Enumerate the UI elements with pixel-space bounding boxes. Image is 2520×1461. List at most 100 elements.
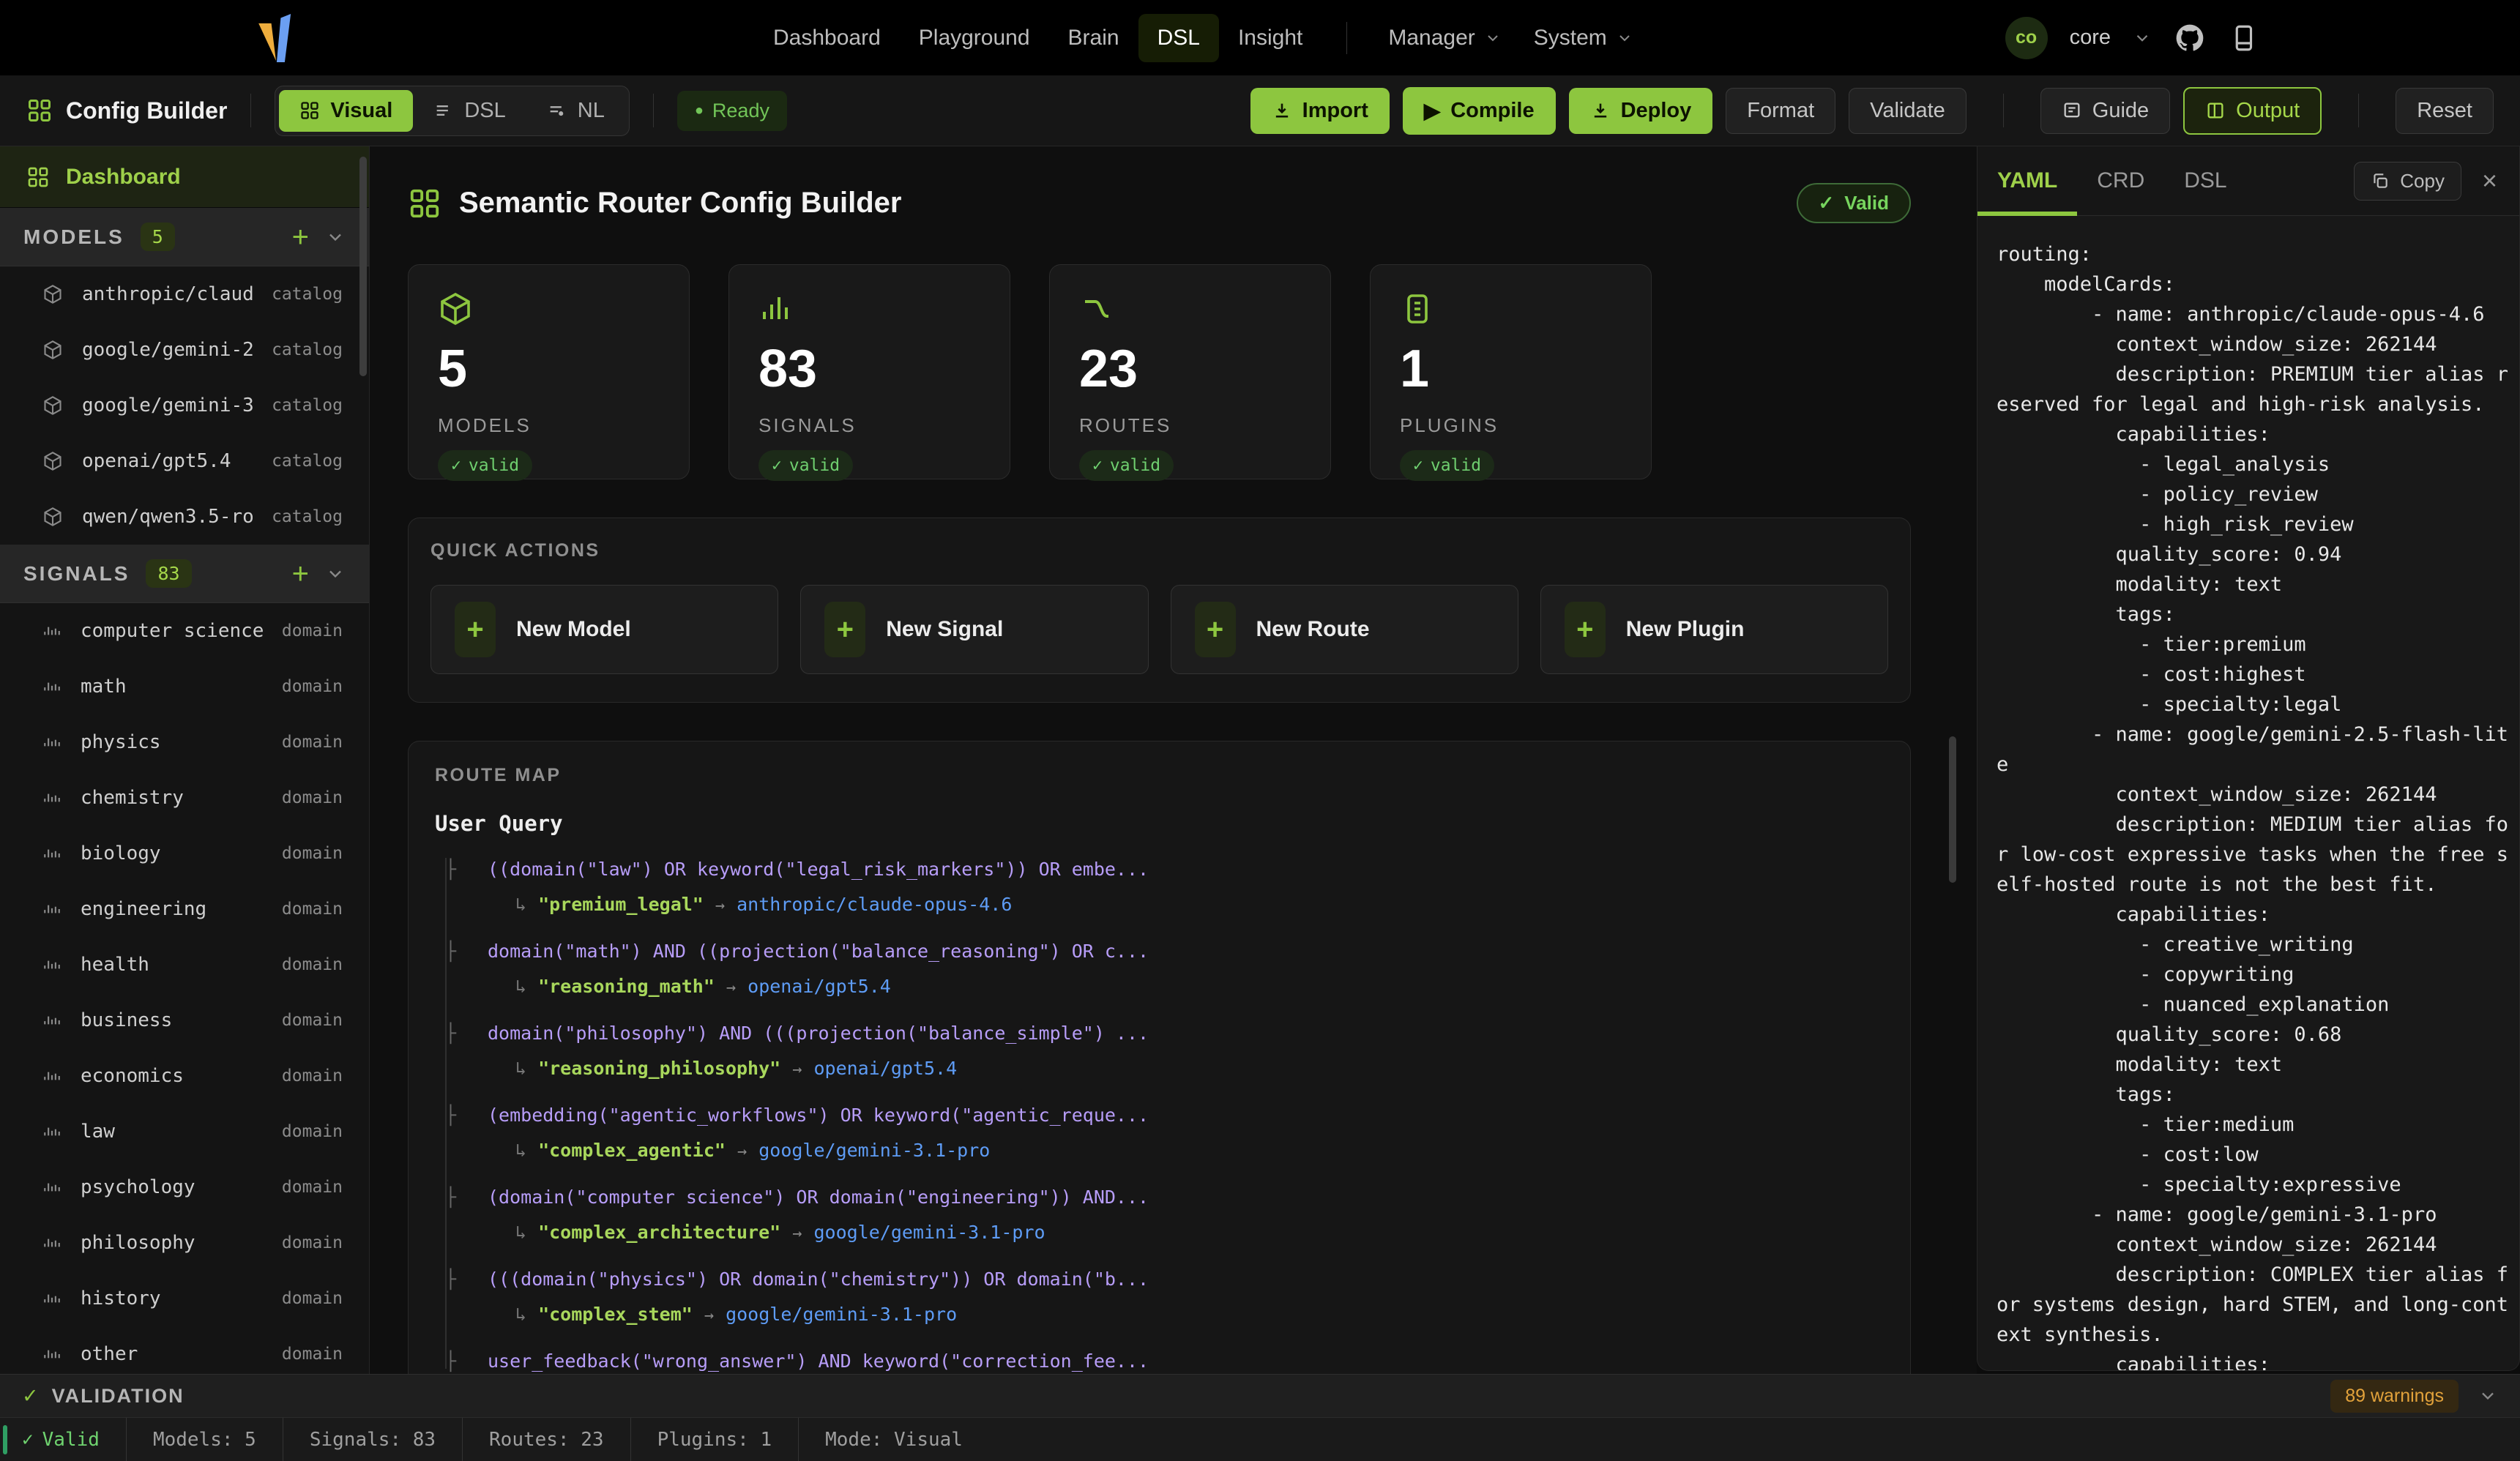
nav-item-playground[interactable]: Playground [900,14,1049,62]
models-list: anthropic/claude… catalog google/gemini-… [0,266,369,545]
route-condition: ├ domain("philosophy") AND (((projection… [488,1019,1884,1048]
menu-manager[interactable]: Manager [1372,14,1517,62]
main-nav: Dashboard Playground Brain DSL Insight M… [754,0,1649,75]
route-entry[interactable]: ├ ((domain("law") OR keyword("legal_risk… [488,855,1884,921]
route-target: ↳ complex_agentic → google/gemini-3.1-pr… [488,1136,1884,1167]
route-name: premium_legal [538,890,704,919]
chevron-down-icon[interactable] [2478,1386,2498,1406]
route-entry[interactable]: ├ domain("philosophy") AND (((projection… [488,1019,1884,1085]
bars-icon [42,621,61,640]
signal-list-item[interactable]: business domain [0,993,369,1048]
status-item: Signals: 83 [283,1418,462,1461]
signal-list-item[interactable]: economics domain [0,1048,369,1104]
user-name[interactable]: core [2070,26,2111,50]
mode-tab-visual[interactable]: Visual [279,90,413,132]
signal-list-item[interactable]: psychology domain [0,1159,369,1215]
chevron-down-icon[interactable] [325,564,346,584]
signal-list-item[interactable]: biology domain [0,826,369,881]
model-list-item[interactable]: google/gemini-3.… catalog [0,378,369,433]
add-model-button[interactable]: + [292,223,309,252]
signal-list-item[interactable]: other domain [0,1326,369,1374]
tree-elbow-icon: ↳ [515,972,526,1001]
check-icon: ✓ [772,456,782,475]
nav-item-brain[interactable]: Brain [1049,14,1138,62]
model-list-item[interactable]: google/gemini-2.… catalog [0,322,369,378]
tab-yaml[interactable]: YAML [1977,146,2077,215]
signal-tag: domain [282,844,343,863]
route-entry[interactable]: ├ domain("math") AND ((projection("balan… [488,937,1884,1003]
route-name: complex_agentic [538,1136,726,1165]
main-scrollbar[interactable] [1949,736,1956,883]
quick-action-button[interactable]: + New Signal [800,585,1148,674]
model-name: openai/gpt5.4 [82,450,253,472]
nav-divider [1346,22,1347,54]
route-target: ↳ complex_architecture → google/gemini-3… [488,1218,1884,1249]
signal-name: engineering [81,898,263,920]
sidebar-scrollbar[interactable] [359,157,367,376]
model-list-item[interactable]: openai/gpt5.4 catalog [0,433,369,489]
signal-list-item[interactable]: philosophy domain [0,1215,369,1271]
guide-button[interactable]: Guide [2040,88,2170,134]
signal-name: other [81,1343,263,1365]
import-button[interactable]: Import [1250,88,1390,134]
signals-section-header[interactable]: SIGNALS 83 + [0,545,369,603]
nav-item-insight[interactable]: Insight [1219,14,1321,62]
download-icon [1272,100,1292,121]
stat-valid-label: valid [789,456,840,475]
signal-list-item[interactable]: engineering domain [0,881,369,937]
add-signal-button[interactable]: + [292,559,309,588]
sidebar-item-dashboard[interactable]: Dashboard [0,146,369,208]
route-condition: ├ (embedding("agentic_workflows") OR key… [488,1101,1884,1130]
warnings-badge[interactable]: 89 warnings [2330,1380,2459,1413]
menu-system[interactable]: System [1518,14,1649,62]
validate-button[interactable]: Validate [1849,88,1967,134]
mode-tab-nl[interactable]: NL [526,90,625,132]
chevron-down-icon [1616,29,1633,47]
format-button[interactable]: Format [1726,88,1835,134]
nav-item-dashboard[interactable]: Dashboard [754,14,900,62]
brand-logo-icon[interactable] [255,14,297,62]
mode-tab-dsl[interactable]: DSL [413,90,526,132]
bars-icon [42,1178,61,1197]
route-entry[interactable]: ├ (((domain("physics") OR domain("chemis… [488,1265,1884,1331]
signal-list-item[interactable]: health domain [0,937,369,993]
compile-button[interactable]: ▶ Compile [1403,87,1556,135]
output-button[interactable]: Output [2183,87,2322,135]
model-list-item[interactable]: anthropic/claude… catalog [0,266,369,322]
signal-list-item[interactable]: chemistry domain [0,770,369,826]
signal-name: history [81,1288,263,1309]
signals-section-title: SIGNALS [23,562,130,586]
github-icon[interactable] [2174,22,2206,54]
compile-button-label: Compile [1450,99,1534,123]
quick-action-button[interactable]: + New Plugin [1540,585,1888,674]
model-list-item[interactable]: qwen/qwen3.5-rocm catalog [0,489,369,545]
quick-action-button[interactable]: + New Route [1171,585,1518,674]
cube-icon [42,507,63,527]
validation-label: VALIDATION [52,1385,184,1408]
route-entry[interactable]: ├ (embedding("agentic_workflows") OR key… [488,1101,1884,1167]
signal-list-item[interactable]: computer science domain [0,603,369,659]
avatar[interactable]: co [2005,17,2048,59]
models-section-header[interactable]: MODELS 5 + [0,208,369,266]
model-name: qwen/qwen3.5-rocm [82,506,253,528]
signal-list-item[interactable]: physics domain [0,714,369,770]
tab-crd[interactable]: CRD [2077,146,2164,215]
signal-list-item[interactable]: history domain [0,1271,369,1326]
status-valid: ✓ Valid [0,1418,126,1461]
chevron-down-icon[interactable] [325,227,346,247]
nav-item-dsl[interactable]: DSL [1138,14,1219,62]
tab-dsl[interactable]: DSL [2164,146,2246,215]
close-icon[interactable]: × [2476,165,2503,196]
copy-button[interactable]: Copy [2354,162,2461,201]
signal-list-item[interactable]: law domain [0,1104,369,1159]
tablet-icon[interactable] [2228,23,2259,53]
reset-button[interactable]: Reset [2396,88,2494,134]
chevron-down-icon[interactable] [2133,29,2152,48]
signal-list-item[interactable]: math domain [0,659,369,714]
route-entry[interactable]: ├ (domain("computer science") OR domain(… [488,1183,1884,1249]
quick-actions-card: QUICK ACTIONS + New Model + New Signal +… [408,517,1911,703]
route-condition-text: (embedding("agentic_workflows") OR keywo… [488,1105,1149,1126]
route-entry[interactable]: ├ user_feedback("wrong_answer") AND keyw… [488,1347,1884,1374]
deploy-button[interactable]: Deploy [1569,88,1713,134]
quick-action-button[interactable]: + New Model [430,585,778,674]
